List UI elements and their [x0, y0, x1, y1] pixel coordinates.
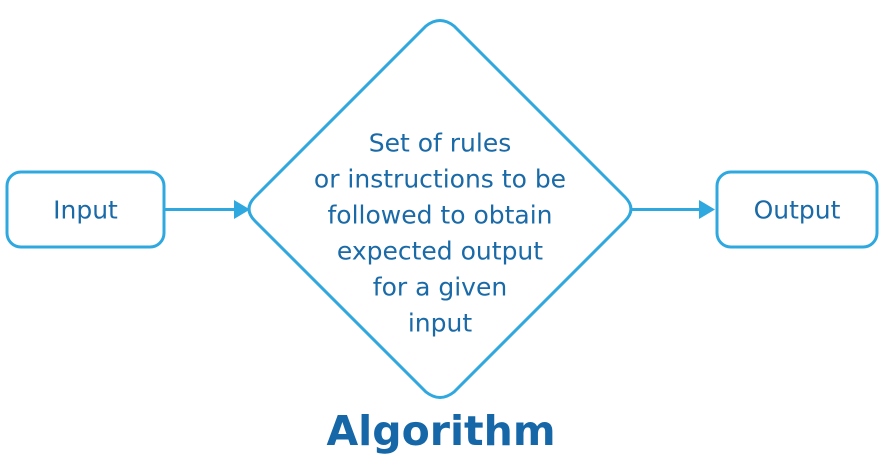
arrowhead-process-to-output [699, 200, 715, 219]
process-line: or instructions to be [314, 165, 566, 194]
process-line: Set of rules [369, 129, 512, 158]
input-label: Input [53, 196, 118, 225]
process-line: expected output [337, 237, 543, 266]
process-line: input [408, 309, 473, 338]
algorithm-diagram: Input Set of rules or instructions to be… [5, 19, 879, 455]
output-label: Output [754, 196, 841, 225]
diagram-title: Algorithm [326, 407, 555, 455]
process-line: followed to obtain [327, 201, 552, 230]
process-line: for a given [373, 273, 507, 302]
